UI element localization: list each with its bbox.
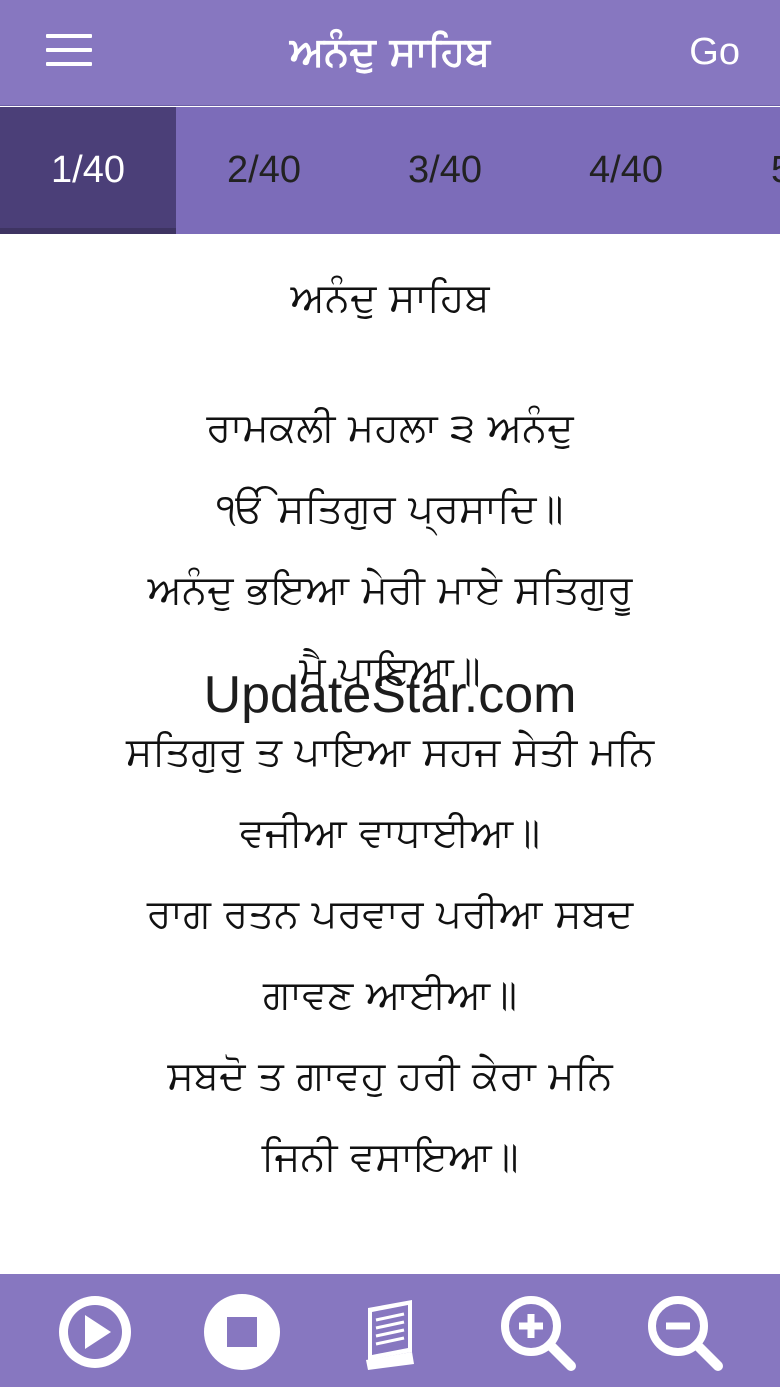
play-button[interactable]	[53, 1290, 137, 1374]
verse-line: ਜਿਨੀ ਵਸਾਇਆ॥	[261, 1134, 519, 1180]
watermark: UpdateStar.com	[203, 666, 577, 724]
tab-page-4[interactable]: 4/40	[538, 107, 714, 234]
verse-block: ਰਾਮਕਲੀ ਮਹਲਾ ੩ ਅਨੰਦੁ ੴ ਸਤਿਗੁਰ ਪ੍ਰਸਾਦਿ॥ ਅਨ…	[0, 388, 780, 1198]
book-icon	[366, 1300, 414, 1370]
scripture-heading: ਅਨੰਦੁ ਸਾਹਿਬ	[290, 275, 490, 321]
app-title: ਅਨੰਦੁ ਸਾਹਿਬ	[289, 29, 491, 75]
hamburger-icon-bar	[46, 48, 92, 52]
book-button[interactable]	[348, 1290, 432, 1374]
tab-page-2[interactable]: 2/40	[176, 107, 352, 234]
zoom-out-button[interactable]	[642, 1290, 726, 1374]
zoom-in-icon	[501, 1296, 576, 1371]
app-header: ਅਨੰਦੁ ਸਾਹਿਬ Go	[0, 0, 780, 106]
hamburger-icon-bar	[46, 34, 92, 38]
tab-page-3[interactable]: 3/40	[357, 107, 533, 234]
bottom-toolbar	[0, 1274, 780, 1387]
tab-page-5[interactable]: 5	[719, 107, 780, 234]
page-tabs: 1/40 2/40 3/40 4/40 5	[0, 107, 780, 234]
menu-button[interactable]	[46, 34, 92, 68]
tab-page-1[interactable]: 1/40	[0, 107, 176, 234]
verse-line: ਸਬਦੋ ਤ ਗਾਵਹੁ ਹਰੀ ਕੇਰਾ ਮਨਿ	[167, 1053, 613, 1099]
stop-icon	[204, 1294, 280, 1370]
zoom-in-button[interactable]	[495, 1290, 579, 1374]
verse-line: ਗਾਵਣ ਆਈਆ॥	[262, 972, 518, 1018]
verse-line: ਰਾਮਕਲੀ ਮਹਲਾ ੩ ਅਨੰਦੁ	[206, 405, 574, 451]
stop-button[interactable]	[200, 1290, 284, 1374]
play-icon	[59, 1296, 131, 1368]
verse-line: ਰਾਗ ਰਤਨ ਪਰਵਾਰ ਪਰੀਆ ਸਬਦ	[146, 891, 634, 937]
verse-line: ਵਜੀਆ ਵਾਧਾਈਆ॥	[239, 810, 541, 856]
hamburger-icon-bar	[46, 62, 92, 66]
zoom-out-icon	[648, 1296, 723, 1371]
verse-line: ਅਨੰਦੁ ਭਇਆ ਮੇਰੀ ਮਾਏ ਸਤਿਗੁਰੂ	[147, 567, 633, 613]
scripture-content: ਅਨੰਦੁ ਸਾਹਿਬ ਰਾਮਕਲੀ ਮਹਲਾ ੩ ਅਨੰਦੁ ੴ ਸਤਿਗੁਰ…	[0, 234, 780, 1274]
go-button[interactable]: Go	[689, 27, 740, 77]
verse-line: ੴ ਸਤਿਗੁਰ ਪ੍ਰਸਾਦਿ॥	[216, 486, 564, 532]
